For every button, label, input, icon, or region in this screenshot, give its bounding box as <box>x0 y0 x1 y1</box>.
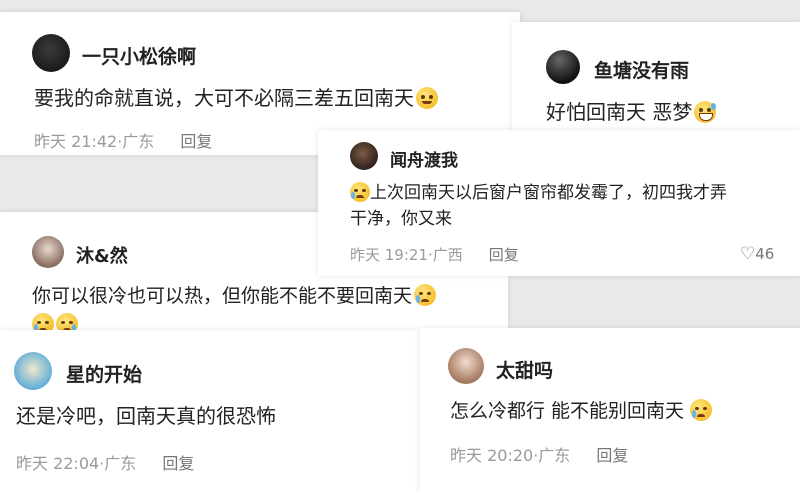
username[interactable]: 一只小松徐啊 <box>82 42 196 69</box>
comment-body-line1: 上次回南天以后窗户窗帘都发霉了，初四我才弄 <box>370 183 727 203</box>
crying-emoji-icon <box>350 182 370 202</box>
avatar[interactable] <box>546 50 580 84</box>
comment-location: 广东 <box>104 454 137 473</box>
avatar[interactable] <box>32 236 64 268</box>
comment-card: 鱼塘没有雨 好怕回南天 恶梦 <box>512 22 800 134</box>
reply-button[interactable]: 回复 <box>162 454 194 473</box>
username[interactable]: 闻舟渡我 <box>390 146 458 171</box>
comment-location: 广东 <box>122 132 155 151</box>
comment-location: 广西 <box>432 246 463 264</box>
comment-time: 昨天 20:20 <box>450 446 534 465</box>
avatar[interactable] <box>448 348 484 384</box>
comment-card: 太甜吗 怎么冷都行 能不能别回南天 昨天 20:20·广东 回复 <box>420 328 800 492</box>
comment-time: 昨天 21:42 <box>34 132 118 151</box>
avatar[interactable] <box>14 352 52 390</box>
comment-body: 好怕回南天 恶梦 <box>546 100 693 124</box>
comment-meta: 昨天 21:42·广东 回复 <box>34 128 212 152</box>
username[interactable]: 星的开始 <box>66 360 142 387</box>
comment-card: 星的开始 还是冷吧，回南天真的很恐怖 昨天 22:04·广东 回复 <box>0 330 420 492</box>
grinning-sweat-emoji-icon <box>694 101 717 123</box>
like-count: 46 <box>755 245 775 263</box>
comment-card: 闻舟渡我 上次回南天以后窗户窗帘都发霉了，初四我才弄 干净，你又来 昨天 19:… <box>318 130 800 276</box>
comment-time: 昨天 19:21 <box>350 246 428 264</box>
comment-text: 好怕回南天 恶梦 <box>546 98 717 127</box>
comment-body: 你可以很冷也可以热，但你能不能不要回南天 <box>32 285 413 307</box>
comment-meta: 昨天 19:21·广西 回复 <box>350 244 519 265</box>
like-button[interactable]: ♡46 <box>740 244 774 264</box>
comment-text: 怎么冷都行 能不能别回南天 <box>450 398 713 426</box>
comment-meta: 昨天 22:04·广东 回复 <box>16 450 194 474</box>
crying-emoji-icon <box>414 284 437 306</box>
smiling-emoji-icon <box>416 87 438 109</box>
comment-body: 怎么冷都行 能不能别回南天 <box>450 400 685 422</box>
comment-time: 昨天 22:04 <box>16 454 100 473</box>
comment-text: 还是冷吧，回南天真的很恐怖 <box>16 404 276 428</box>
comment-text: 上次回南天以后窗户窗帘都发霉了，初四我才弄 干净，你又来 <box>350 180 727 233</box>
username[interactable]: 鱼塘没有雨 <box>594 56 689 83</box>
crying-emoji-icon <box>690 399 713 421</box>
username[interactable]: 沐&然 <box>76 242 128 268</box>
avatar[interactable] <box>350 142 378 170</box>
comment-text: 要我的命就直说，大可不必隔三差五回南天 <box>34 84 438 113</box>
comment-location: 广东 <box>538 446 571 465</box>
reply-button[interactable]: 回复 <box>489 246 519 264</box>
avatar[interactable] <box>32 34 70 72</box>
username[interactable]: 太甜吗 <box>496 356 553 383</box>
reply-button[interactable]: 回复 <box>596 446 628 465</box>
comment-body-line2: 干净，你又来 <box>350 209 452 230</box>
heart-icon: ♡ <box>740 244 756 264</box>
comment-body: 要我的命就直说，大可不必隔三差五回南天 <box>34 86 414 110</box>
reply-button[interactable]: 回复 <box>180 132 212 151</box>
comment-meta: 昨天 20:20·广东 回复 <box>450 442 628 466</box>
